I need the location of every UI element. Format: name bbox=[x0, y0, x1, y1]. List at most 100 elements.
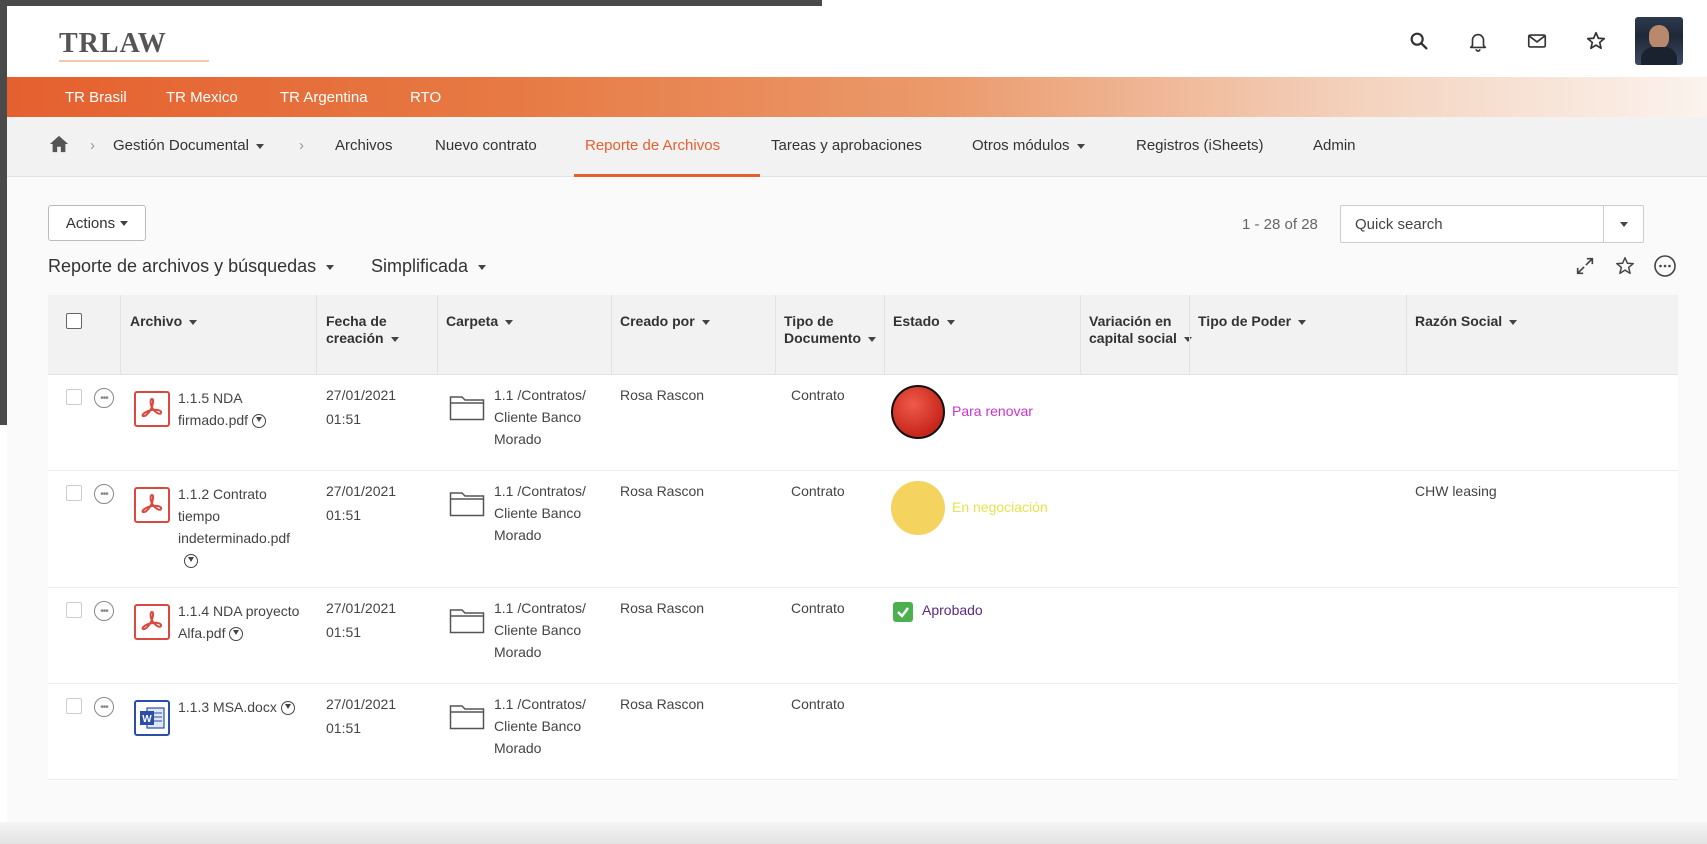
user-avatar[interactable] bbox=[1635, 17, 1683, 65]
file-name-line: 1.1.5 NDA bbox=[178, 390, 243, 406]
nav-gestion-documental[interactable]: Gestión Documental bbox=[113, 137, 264, 154]
file-name-link[interactable]: 1.1.5 NDA firmado.pdf bbox=[178, 387, 318, 431]
file-name-link[interactable]: 1.1.3 MSA.docx bbox=[178, 696, 318, 718]
row-checkbox[interactable] bbox=[66, 485, 82, 501]
quick-search-box bbox=[1340, 205, 1644, 243]
region-link-tr-mexico[interactable]: TR Mexico bbox=[166, 89, 238, 106]
status-text: En negociación bbox=[952, 499, 1048, 515]
actions-button[interactable]: Actions bbox=[48, 205, 146, 241]
more-options-icon[interactable] bbox=[1653, 254, 1677, 278]
caret-down-icon bbox=[868, 336, 876, 342]
download-icon[interactable] bbox=[184, 554, 198, 569]
caret-down-icon bbox=[701, 319, 710, 325]
nav-tareas-aprobaciones[interactable]: Tareas y aprobaciones bbox=[771, 137, 922, 154]
home-icon[interactable] bbox=[48, 134, 70, 158]
mail-icon[interactable] bbox=[1507, 16, 1566, 66]
folder-icon[interactable] bbox=[449, 702, 485, 730]
folder-path-line: 1.1 /Contratos/ bbox=[494, 696, 586, 712]
creation-date-day: 27/01/2021 bbox=[326, 387, 397, 403]
column-divider bbox=[120, 295, 121, 375]
created-by: Rosa Rascon bbox=[620, 696, 705, 712]
column-creado-por[interactable]: Creado por bbox=[620, 313, 710, 330]
file-name-link[interactable]: 1.1.4 NDA proyecto Alfa.pdf bbox=[178, 600, 318, 644]
brand-logo[interactable]: TRLAW bbox=[59, 28, 167, 60]
caret-down-icon bbox=[1509, 319, 1518, 325]
folder-icon[interactable] bbox=[449, 393, 485, 421]
quick-search-input[interactable] bbox=[1341, 206, 1603, 242]
folder-path-line: Cliente Banco bbox=[494, 505, 582, 521]
table-body: ••• 1.1.5 NDA firmado.pdf 27/01/2021 01:51… bbox=[48, 375, 1678, 780]
files-table: Archivo Fecha de creación Carpeta Creado … bbox=[48, 295, 1678, 780]
search-icon[interactable] bbox=[1389, 16, 1448, 66]
creation-date: 27/01/2021 01:51 bbox=[326, 383, 396, 431]
approved-check-icon bbox=[893, 602, 913, 622]
column-archivo-label: Archivo bbox=[130, 313, 183, 329]
folder-path-link[interactable]: 1.1 /Contratos/Cliente Banco Morado bbox=[494, 384, 586, 450]
caret-down-icon bbox=[1076, 143, 1085, 149]
folder-path-link[interactable]: 1.1 /Contratos/Cliente Banco Morado bbox=[494, 597, 586, 663]
download-icon[interactable] bbox=[280, 701, 295, 716]
row-more-icon[interactable]: ••• bbox=[94, 388, 114, 408]
caret-down-icon bbox=[326, 264, 335, 270]
file-name-link[interactable]: 1.1.2 Contrato tiempo indeterminado.pdf bbox=[178, 483, 318, 571]
nav-registros[interactable]: Registros (iSheets) bbox=[1136, 137, 1264, 154]
active-tab-indicator bbox=[574, 174, 760, 177]
bell-icon[interactable] bbox=[1448, 16, 1507, 66]
column-tipo-poder[interactable]: Tipo de Poder bbox=[1198, 313, 1307, 330]
download-icon[interactable] bbox=[252, 414, 267, 429]
avatar-body bbox=[1641, 47, 1677, 65]
file-name-line: Alfa.pdf bbox=[178, 625, 226, 641]
nav-admin[interactable]: Admin bbox=[1313, 137, 1356, 154]
nav-nuevo-contrato[interactable]: Nuevo contrato bbox=[435, 137, 537, 154]
row-more-icon[interactable]: ••• bbox=[94, 484, 114, 504]
star-icon[interactable] bbox=[1566, 16, 1625, 66]
column-tipo-label-1: Tipo de bbox=[784, 313, 834, 329]
column-carpeta[interactable]: Carpeta bbox=[446, 313, 514, 330]
word-file-icon[interactable]: W bbox=[134, 700, 170, 736]
pdf-file-icon[interactable] bbox=[134, 487, 170, 523]
region-link-tr-argentina[interactable]: TR Argentina bbox=[280, 89, 368, 106]
column-razon-label: Razón Social bbox=[1415, 313, 1503, 329]
view-selector[interactable]: Simplificada bbox=[371, 256, 487, 277]
column-fecha[interactable]: Fecha de creación bbox=[326, 313, 399, 347]
razon-social: CHW leasing bbox=[1415, 483, 1497, 499]
column-razon-social[interactable]: Razón Social bbox=[1415, 313, 1518, 330]
column-divider bbox=[884, 295, 885, 375]
nav-otros-modulos[interactable]: Otros módulos bbox=[972, 137, 1085, 154]
pdf-file-icon[interactable] bbox=[134, 604, 170, 640]
download-icon[interactable] bbox=[229, 627, 244, 642]
header-icons bbox=[1389, 16, 1683, 66]
report-selector[interactable]: Reporte de archivos y búsquedas bbox=[48, 256, 335, 277]
row-more-icon[interactable]: ••• bbox=[94, 697, 114, 717]
folder-path-link[interactable]: 1.1 /Contratos/Cliente Banco Morado bbox=[494, 693, 586, 759]
folder-icon[interactable] bbox=[449, 489, 485, 517]
search-dropdown-button[interactable] bbox=[1603, 206, 1643, 242]
column-estado[interactable]: Estado bbox=[893, 313, 955, 330]
table-row[interactable]: ••• 1.1.2 Contrato tiempo indeterminado.pd… bbox=[48, 471, 1678, 588]
folder-icon[interactable] bbox=[449, 606, 485, 634]
row-checkbox[interactable] bbox=[66, 389, 82, 405]
pdf-file-icon[interactable] bbox=[134, 391, 170, 427]
expand-icon[interactable] bbox=[1573, 254, 1597, 278]
column-variacion[interactable]: Variación en capital social bbox=[1089, 313, 1192, 347]
column-tipo-documento[interactable]: Tipo de Documento bbox=[784, 313, 876, 347]
region-link-tr-brasil[interactable]: TR Brasil bbox=[65, 89, 127, 106]
table-row[interactable]: ••• 1.1.5 NDA firmado.pdf 27/01/2021 01:51… bbox=[48, 375, 1678, 471]
created-by: Rosa Rascon bbox=[620, 483, 705, 499]
region-link-rto[interactable]: RTO bbox=[410, 89, 441, 106]
favorite-star-icon[interactable] bbox=[1613, 254, 1637, 278]
select-all-checkbox[interactable] bbox=[66, 313, 82, 329]
row-checkbox[interactable] bbox=[66, 698, 82, 714]
creation-date-time: 01:51 bbox=[326, 507, 362, 523]
column-divider bbox=[1189, 295, 1190, 375]
row-more-icon[interactable]: ••• bbox=[94, 601, 114, 621]
folder-path-line: 1.1 /Contratos/ bbox=[494, 387, 586, 403]
nav-archivos[interactable]: Archivos bbox=[335, 137, 393, 154]
row-checkbox[interactable] bbox=[66, 602, 82, 618]
table-row[interactable]: ••• W 1.1.3 MSA.docx 27/01/2021 01:51 1.1… bbox=[48, 684, 1678, 780]
folder-path-link[interactable]: 1.1 /Contratos/Cliente Banco Morado bbox=[494, 480, 586, 546]
nav-reporte-archivos[interactable]: Reporte de Archivos bbox=[585, 137, 720, 154]
file-name-line: 1.1.3 MSA.docx bbox=[178, 699, 277, 715]
column-archivo[interactable]: Archivo bbox=[130, 313, 198, 330]
table-row[interactable]: ••• 1.1.4 NDA proyecto Alfa.pdf 27/01/202… bbox=[48, 588, 1678, 684]
